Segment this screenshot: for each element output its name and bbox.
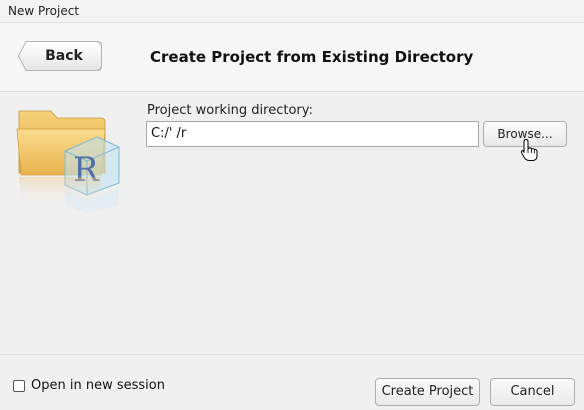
cancel-button[interactable]: Cancel (490, 378, 575, 406)
window-title: New Project (8, 4, 80, 18)
window-titlebar: New Project (0, 0, 584, 23)
wizard-header: Back Create Project from Existing Direct… (0, 23, 584, 92)
hand-pointer-icon (520, 138, 538, 161)
footer-divider (0, 354, 584, 355)
page-title: Create Project from Existing Directory (150, 48, 474, 66)
folder-r-icon: R (16, 110, 120, 213)
back-button[interactable]: Back (18, 41, 102, 71)
directory-input[interactable]: C:/' /r (146, 121, 479, 147)
create-project-button[interactable]: Create Project (375, 378, 480, 406)
open-new-session-checkbox[interactable] (13, 380, 25, 392)
directory-label: Project working directory: (147, 103, 313, 118)
open-new-session-label[interactable]: Open in new session (31, 378, 165, 393)
